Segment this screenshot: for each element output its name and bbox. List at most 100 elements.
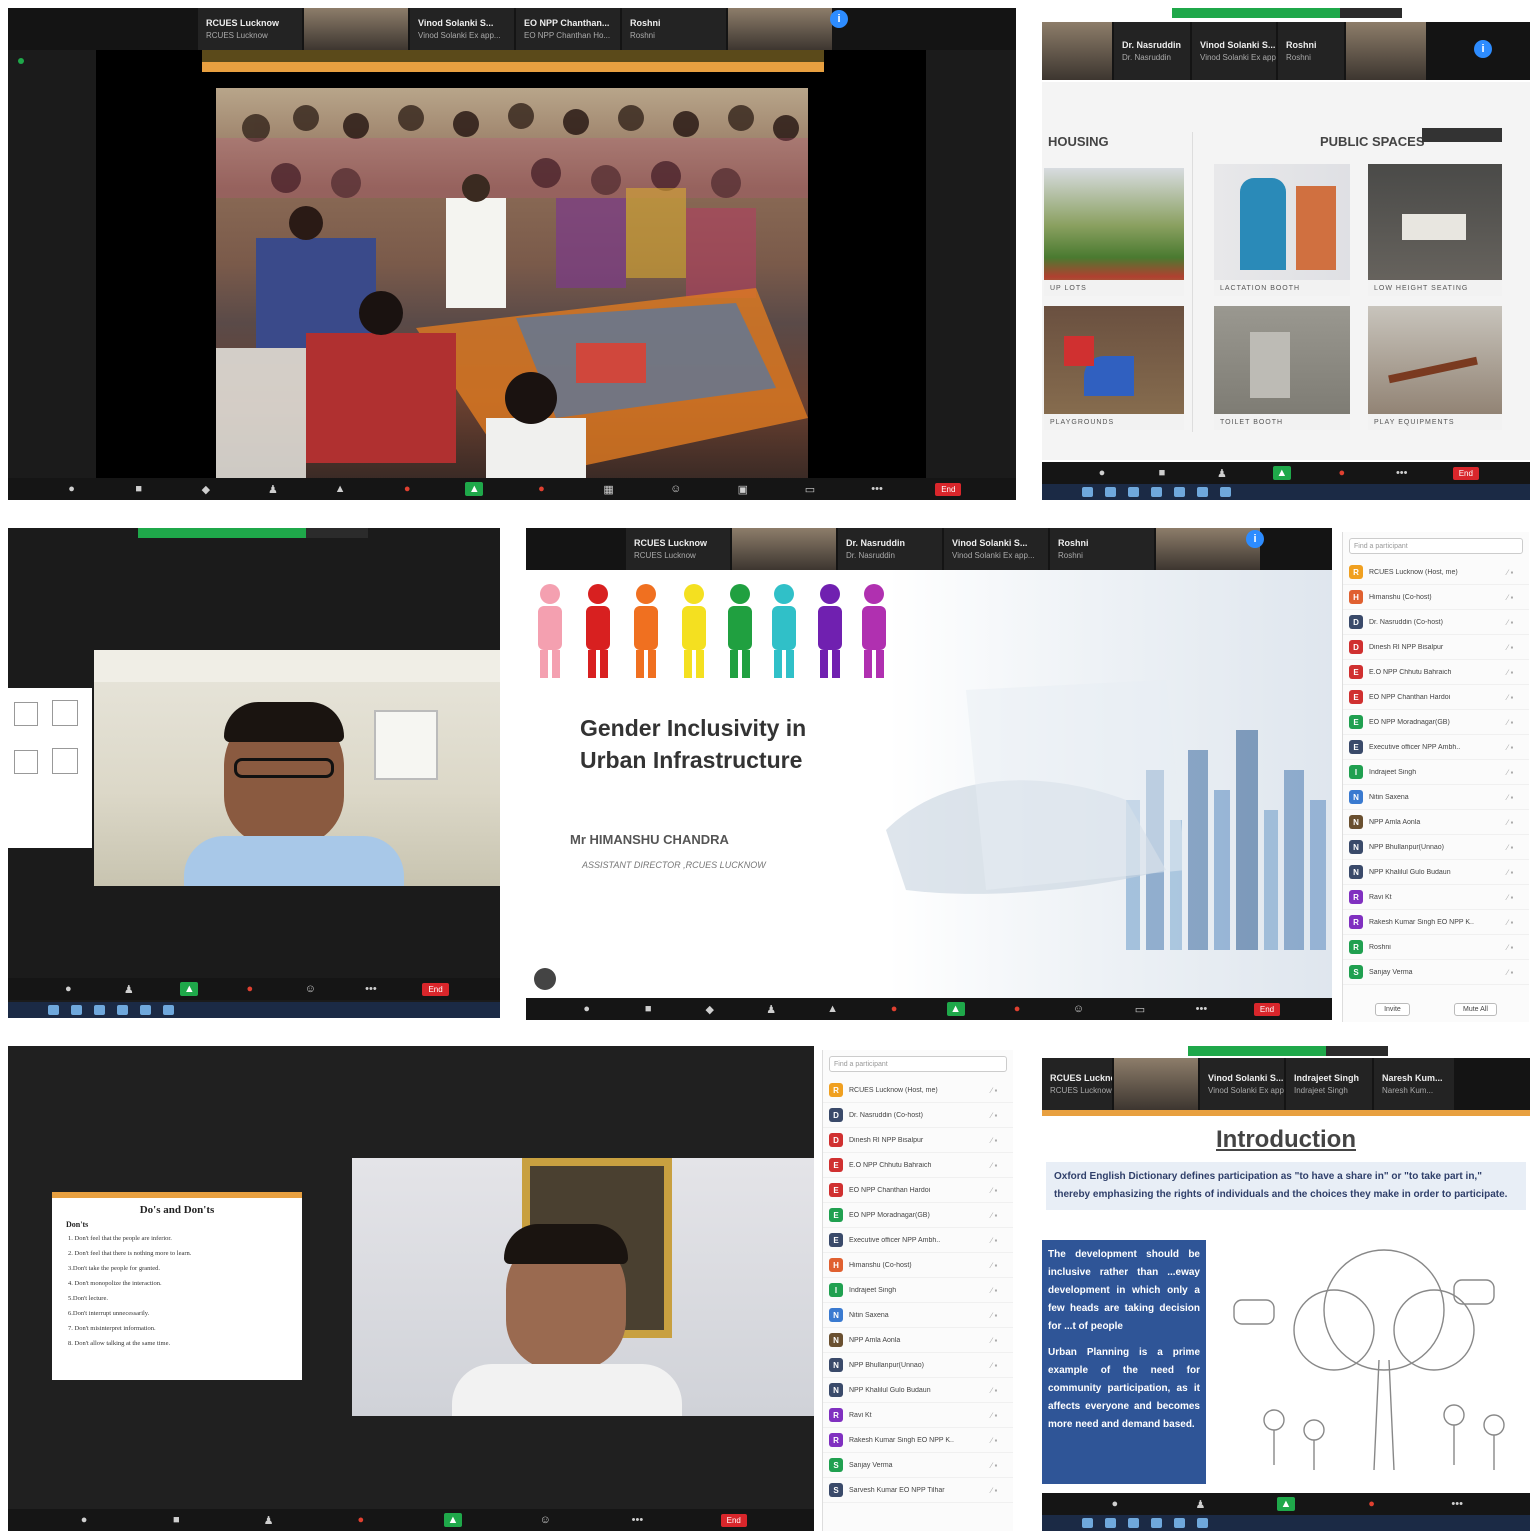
mic-video-icon[interactable]: ∕ ▪ [1507, 943, 1529, 952]
mic-video-icon[interactable]: ∕ ▪ [1507, 643, 1529, 652]
video-thumbnail[interactable] [1346, 22, 1426, 80]
participant-tile[interactable]: RCUES LucknowRCUES Lucknow [626, 528, 730, 570]
taskbar-app-icon[interactable] [1082, 1518, 1093, 1528]
participant-row[interactable]: H Himanshu (Co-host) ∕ ▪ [1343, 585, 1529, 610]
mic-video-icon[interactable]: ∕ ▪ [991, 1111, 1013, 1120]
video-thumbnail[interactable] [1042, 22, 1112, 80]
screen-share-bar[interactable] [138, 528, 306, 538]
participant-row[interactable]: E EO NPP Chanthan Hardoi ∕ ▪ [1343, 685, 1529, 710]
participant-tile[interactable]: RCUES LucknowRCUES Lucknow [198, 8, 302, 50]
participant-row[interactable]: E EO NPP Moradnagar(GB) ∕ ▪ [823, 1203, 1013, 1228]
mic-video-icon[interactable]: ∕ ▪ [1507, 868, 1529, 877]
participant-row[interactable]: R Rakesh Kumar Singh EO NPP K.. ∕ ▪ [1343, 910, 1529, 935]
participant-row[interactable]: D Dinesh RI NPP Bisalpur ∕ ▪ [823, 1128, 1013, 1153]
mic-video-icon[interactable]: ∕ ▪ [991, 1261, 1013, 1270]
stop-share-button[interactable] [1340, 8, 1402, 18]
record-icon[interactable]: ● [1363, 1497, 1381, 1511]
mic-video-icon[interactable]: ∕ ▪ [991, 1311, 1013, 1320]
slide-control-icon[interactable] [534, 968, 556, 990]
end-button[interactable]: End [1253, 1002, 1281, 1016]
taskbar-app-icon[interactable] [1197, 487, 1208, 497]
mic-video-icon[interactable]: ∕ ▪ [1507, 893, 1529, 902]
mute-all-button[interactable]: Mute All [1453, 1003, 1497, 1016]
mic-video-icon[interactable]: ∕ ▪ [1507, 693, 1529, 702]
taskbar-app-icon[interactable] [1197, 1518, 1208, 1528]
participants-icon[interactable]: ♟ [120, 982, 138, 996]
participant-row[interactable]: N Nitin Saxena ∕ ▪ [823, 1303, 1013, 1328]
taskbar-app-icon[interactable] [94, 1005, 105, 1015]
end-button[interactable]: End [422, 982, 449, 996]
taskbar-app-icon[interactable] [1151, 1518, 1162, 1528]
taskbar-app-icon[interactable] [1082, 487, 1093, 497]
taskbar-app-icon[interactable] [48, 1005, 59, 1015]
taskbar-app-icon[interactable] [117, 1005, 128, 1015]
mic-video-icon[interactable]: ∕ ▪ [991, 1211, 1013, 1220]
security-icon[interactable]: ◆ [701, 1002, 719, 1016]
reactions-icon[interactable]: ☺ [1069, 1002, 1087, 1016]
chat-icon[interactable]: ● [885, 1002, 903, 1016]
participant-row[interactable]: R Rakesh Kumar Singh EO NPP K.. ∕ ▪ [823, 1428, 1013, 1453]
participant-row[interactable]: S Sarvesh Kumar EO NPP Tilhar ∕ ▪ [823, 1478, 1013, 1503]
reactions-icon[interactable]: ☺ [301, 982, 319, 996]
mic-video-icon[interactable]: ∕ ▪ [991, 1086, 1013, 1095]
participants-icon[interactable]: ♟ [1191, 1497, 1209, 1511]
end-button[interactable]: End [720, 1513, 747, 1527]
participant-tile[interactable]: Roshni Roshni [1050, 528, 1154, 570]
participant-tile[interactable]: Vinod Solanki S... Vinod Solanki Ex app..… [944, 528, 1048, 570]
apps-icon[interactable]: ▣ [734, 482, 752, 496]
more-icon[interactable]: ••• [868, 482, 886, 496]
mic-video-icon[interactable]: ∕ ▪ [991, 1386, 1013, 1395]
info-icon[interactable]: i [1474, 40, 1492, 58]
participant-row[interactable]: I Indrajeet Singh ∕ ▪ [823, 1278, 1013, 1303]
video-thumbnail[interactable] [304, 8, 408, 50]
screen-share-bar[interactable] [1172, 8, 1340, 18]
participant-tile[interactable]: Dr. Nasruddin Dr. Nasruddin [1114, 22, 1190, 80]
chat-icon[interactable]: ● [398, 482, 416, 496]
mic-video-icon[interactable]: ∕ ▪ [1507, 568, 1529, 577]
mute-icon[interactable]: ● [75, 1513, 93, 1527]
info-icon[interactable]: i [830, 10, 848, 28]
participant-row[interactable]: E Executive officer NPP Ambh.. ∕ ▪ [1343, 735, 1529, 760]
participant-row[interactable]: R RCUES Lucknow (Host, me) ∕ ▪ [823, 1078, 1013, 1103]
participant-search-input[interactable]: Find a participant [829, 1056, 1007, 1072]
participant-row[interactable]: R Ravi Kt ∕ ▪ [823, 1403, 1013, 1428]
video-icon[interactable]: ■ [167, 1513, 185, 1527]
polls-icon[interactable]: ▲ [331, 482, 349, 496]
taskbar-app-icon[interactable] [1151, 487, 1162, 497]
participant-row[interactable]: N Nitin Saxena ∕ ▪ [1343, 785, 1529, 810]
taskbar-app-icon[interactable] [1128, 1518, 1139, 1528]
polls-icon[interactable]: ▲ [824, 1002, 842, 1016]
participant-row[interactable]: H Himanshu (Co-host) ∕ ▪ [823, 1253, 1013, 1278]
participant-row[interactable]: E E.O NPP Chhutu Bahraich ∕ ▪ [823, 1153, 1013, 1178]
end-button[interactable]: End [1452, 466, 1479, 480]
mic-video-icon[interactable]: ∕ ▪ [991, 1136, 1013, 1145]
end-button[interactable]: End [935, 482, 962, 496]
video-icon[interactable]: ■ [639, 1002, 657, 1016]
record-icon[interactable]: ● [1008, 1002, 1026, 1016]
participant-row[interactable]: E EO NPP Chanthan Hardoi ∕ ▪ [823, 1178, 1013, 1203]
participant-row[interactable]: E E.O NPP Chhutu Bahraich ∕ ▪ [1343, 660, 1529, 685]
whiteboard-icon[interactable]: ▭ [801, 482, 819, 496]
participant-tile[interactable]: Roshni Roshni [1278, 22, 1344, 80]
mic-video-icon[interactable]: ∕ ▪ [991, 1461, 1013, 1470]
video-thumbnail[interactable] [732, 528, 836, 570]
mic-video-icon[interactable]: ∕ ▪ [991, 1161, 1013, 1170]
share-screen-icon[interactable]: ▲ [1276, 1497, 1295, 1511]
participant-row[interactable]: D Dr. Nasruddin (Co-host) ∕ ▪ [1343, 610, 1529, 635]
mic-video-icon[interactable]: ∕ ▪ [1507, 918, 1529, 927]
reactions-icon[interactable]: ☺ [536, 1513, 554, 1527]
participant-row[interactable]: R Ravi Kt ∕ ▪ [1343, 885, 1529, 910]
participants-icon[interactable]: ♟ [260, 1513, 278, 1527]
participant-tile[interactable]: Dr. Nasruddin Dr. Nasruddin [838, 528, 942, 570]
participant-row[interactable]: E Executive officer NPP Ambh.. ∕ ▪ [823, 1228, 1013, 1253]
mic-video-icon[interactable]: ∕ ▪ [991, 1236, 1013, 1245]
participant-search-input[interactable]: Find a participant [1349, 538, 1523, 554]
participant-row[interactable]: D Dinesh RI NPP Bisalpur ∕ ▪ [1343, 635, 1529, 660]
taskbar-app-icon[interactable] [163, 1005, 174, 1015]
mic-video-icon[interactable]: ∕ ▪ [1507, 968, 1529, 977]
participants-icon[interactable]: ♟ [264, 482, 282, 496]
mic-video-icon[interactable]: ∕ ▪ [991, 1286, 1013, 1295]
chat-icon[interactable]: ● [352, 1513, 370, 1527]
mic-video-icon[interactable]: ∕ ▪ [1507, 818, 1529, 827]
share-screen-icon[interactable]: ▲ [465, 482, 484, 496]
